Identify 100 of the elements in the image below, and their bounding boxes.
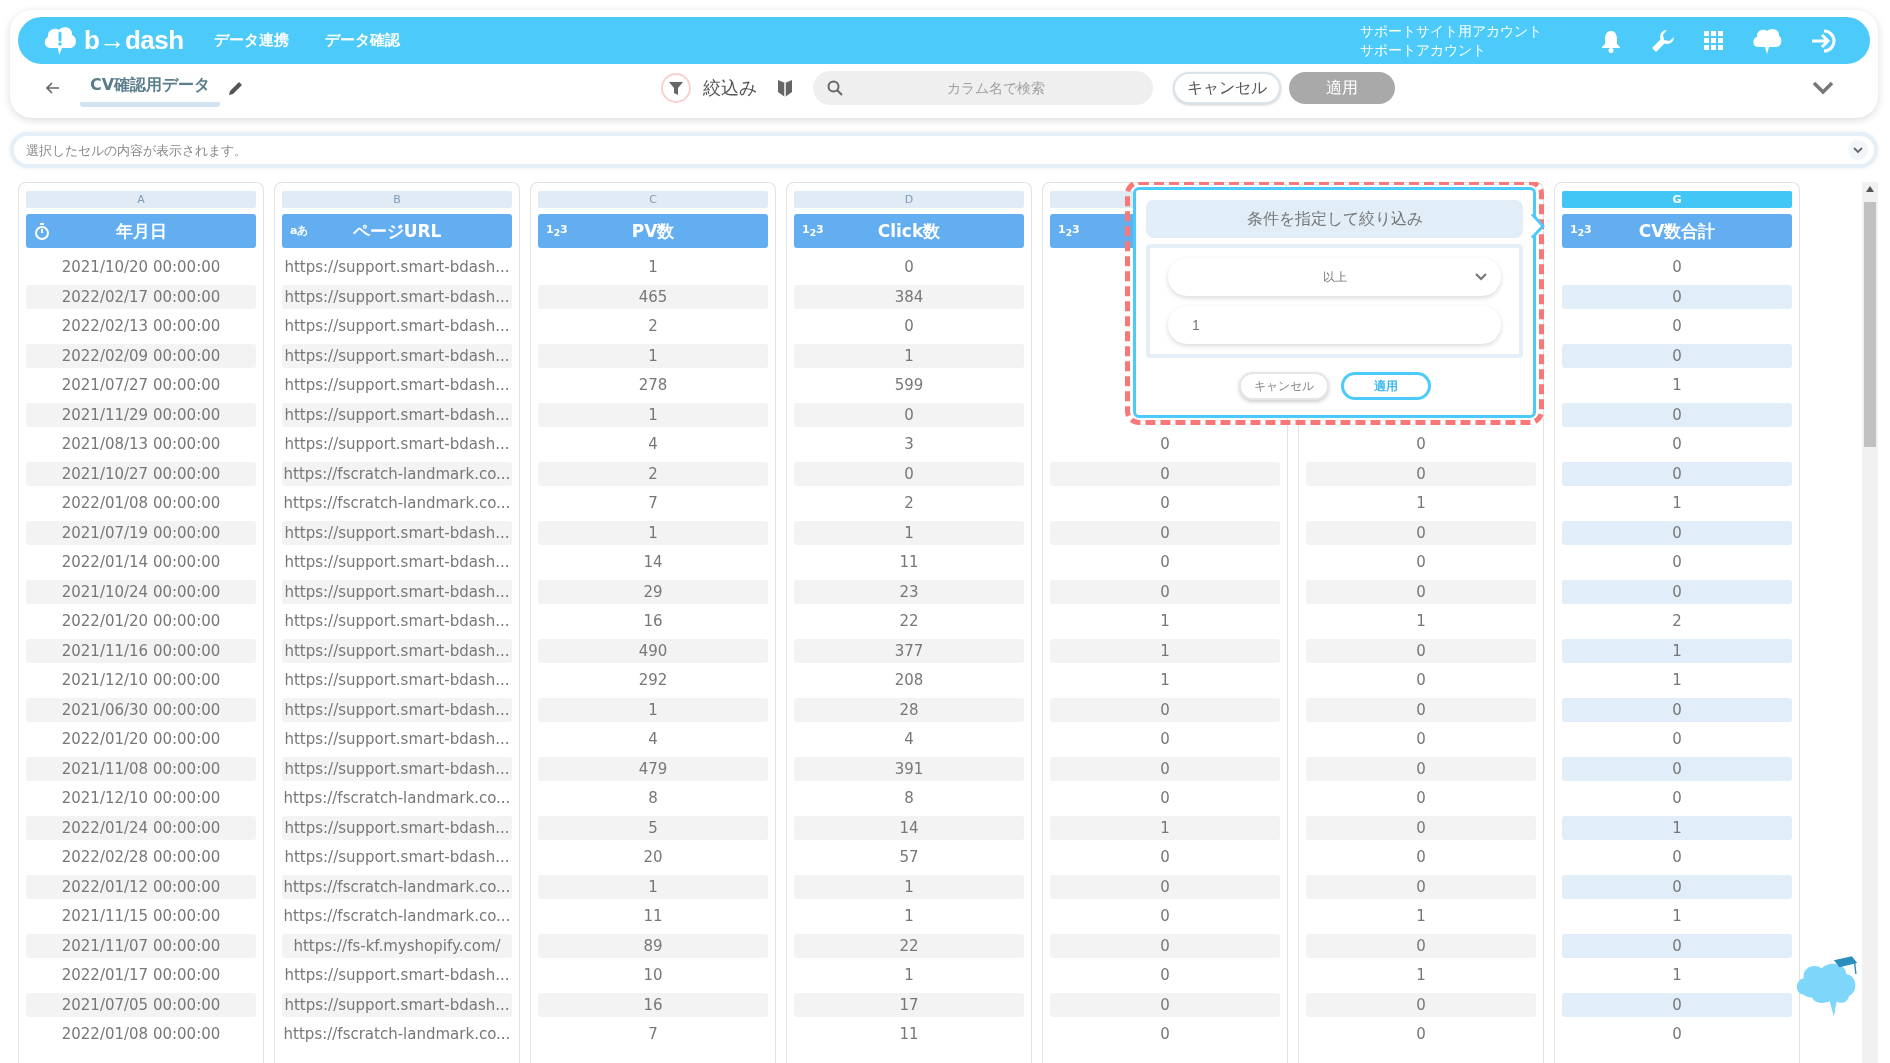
table-cell[interactable]: 11 — [794, 1022, 1024, 1046]
table-cell[interactable]: 8 — [794, 786, 1024, 810]
table-cell[interactable]: https://support.smart-bdash... — [282, 756, 512, 781]
table-cell[interactable]: 3 — [794, 432, 1024, 456]
table-cell[interactable]: 7 — [538, 491, 768, 515]
table-cell[interactable]: 2022/01/20 00:00:00 — [26, 609, 256, 633]
table-cell[interactable]: 28 — [794, 697, 1024, 722]
operator-select[interactable]: 以上 — [1168, 258, 1501, 296]
table-cell[interactable]: 0 — [1050, 491, 1280, 515]
table-cell[interactable]: 0 — [1050, 697, 1280, 722]
table-cell[interactable]: https://support.smart-bdash... — [282, 284, 512, 309]
table-cell[interactable]: 490 — [538, 638, 768, 663]
table-cell[interactable]: 2021/11/29 00:00:00 — [26, 402, 256, 427]
table-cell[interactable]: 0 — [1050, 1022, 1280, 1046]
table-cell[interactable]: 0 — [1306, 432, 1536, 456]
table-cell[interactable]: 0 — [1562, 697, 1792, 722]
table-cell[interactable]: https://support.smart-bdash... — [282, 343, 512, 368]
table-cell[interactable]: 1 — [794, 520, 1024, 545]
table-cell[interactable]: 14 — [794, 815, 1024, 840]
sheet-title-tab[interactable]: CV確認用データ — [80, 75, 221, 107]
table-cell[interactable]: 0 — [1306, 992, 1536, 1017]
table-cell[interactable]: 0 — [1306, 756, 1536, 781]
table-cell[interactable]: 0 — [1050, 756, 1280, 781]
column-letter[interactable]: C — [538, 191, 768, 208]
table-cell[interactable]: 0 — [1306, 668, 1536, 692]
table-cell[interactable]: 0 — [1306, 461, 1536, 486]
table-cell[interactable]: 0 — [1050, 845, 1280, 869]
table-cell[interactable]: 23 — [794, 579, 1024, 604]
column-header[interactable]: 1$_{2}$3 PV数 — [538, 214, 768, 248]
table-cell[interactable]: 0 — [1306, 933, 1536, 958]
table-cell[interactable]: 1 — [794, 874, 1024, 899]
table-cell[interactable]: 0 — [1562, 845, 1792, 869]
table-cell[interactable]: 4 — [538, 432, 768, 456]
table-cell[interactable]: 2 — [1562, 609, 1792, 633]
table-cell[interactable]: 1 — [538, 343, 768, 368]
table-cell[interactable]: 0 — [1306, 874, 1536, 899]
table-cell[interactable]: 2022/01/20 00:00:00 — [26, 727, 256, 751]
table-cell[interactable]: 0 — [1050, 550, 1280, 574]
table-cell[interactable]: 0 — [1306, 786, 1536, 810]
table-cell[interactable]: 1 — [1306, 491, 1536, 515]
table-cell[interactable]: 2 — [538, 461, 768, 486]
table-cell[interactable]: 377 — [794, 638, 1024, 663]
column-letter[interactable]: D — [794, 191, 1024, 208]
table-cell[interactable]: 0 — [1050, 520, 1280, 545]
column-header[interactable]: aあ ページURL — [282, 214, 512, 248]
table-cell[interactable]: 0 — [1562, 1022, 1792, 1046]
table-cell[interactable]: 0 — [1306, 638, 1536, 663]
table-cell[interactable]: 4 — [794, 727, 1024, 751]
table-cell[interactable]: 0 — [794, 402, 1024, 427]
table-cell[interactable]: 0 — [1562, 550, 1792, 574]
table-cell[interactable]: 14 — [538, 550, 768, 574]
table-cell[interactable]: 2021/12/10 00:00:00 — [26, 668, 256, 692]
table-cell[interactable]: 1 — [1562, 815, 1792, 840]
table-cell[interactable]: 2021/07/27 00:00:00 — [26, 373, 256, 397]
table-cell[interactable]: 391 — [794, 756, 1024, 781]
table-cell[interactable]: 10 — [538, 963, 768, 987]
table-cell[interactable]: 2022/02/13 00:00:00 — [26, 314, 256, 338]
table-cell[interactable]: https://support.smart-bdash... — [282, 697, 512, 722]
table-cell[interactable]: 0 — [1050, 904, 1280, 928]
table-cell[interactable]: 2021/11/07 00:00:00 — [26, 933, 256, 958]
value-input[interactable]: 1 — [1168, 306, 1501, 344]
table-cell[interactable]: 0 — [1050, 874, 1280, 899]
table-cell[interactable]: 0 — [1306, 845, 1536, 869]
column-header[interactable]: 1$_{2}$3 Click数 — [794, 214, 1024, 248]
table-cell[interactable]: 0 — [1562, 255, 1792, 279]
table-cell[interactable]: 0 — [794, 255, 1024, 279]
table-cell[interactable]: https://fscratch-landmark.co... — [282, 1022, 512, 1046]
table-cell[interactable]: 1 — [1306, 904, 1536, 928]
table-cell[interactable]: https://support.smart-bdash... — [282, 609, 512, 633]
table-cell[interactable]: 0 — [794, 461, 1024, 486]
table-cell[interactable]: 0 — [1306, 550, 1536, 574]
table-cell[interactable]: 2021/10/27 00:00:00 — [26, 461, 256, 486]
table-cell[interactable]: 0 — [1562, 461, 1792, 486]
table-cell[interactable]: 0 — [1562, 579, 1792, 604]
table-cell[interactable]: 8 — [538, 786, 768, 810]
table-cell[interactable]: 2 — [538, 314, 768, 338]
table-cell[interactable]: 0 — [1562, 314, 1792, 338]
table-cell[interactable]: 29 — [538, 579, 768, 604]
table-cell[interactable]: 2021/07/05 00:00:00 — [26, 992, 256, 1017]
table-cell[interactable]: https://support.smart-bdash... — [282, 992, 512, 1017]
table-cell[interactable]: 0 — [1306, 579, 1536, 604]
table-cell[interactable]: 0 — [1050, 992, 1280, 1017]
table-cell[interactable]: 208 — [794, 668, 1024, 692]
table-cell[interactable]: 0 — [1562, 520, 1792, 545]
table-cell[interactable]: 57 — [794, 845, 1024, 869]
table-cell[interactable]: 0 — [1050, 461, 1280, 486]
table-cell[interactable]: 1 — [1562, 668, 1792, 692]
table-cell[interactable]: 0 — [1050, 727, 1280, 751]
table-cell[interactable]: https://support.smart-bdash... — [282, 402, 512, 427]
table-cell[interactable]: 16 — [538, 992, 768, 1017]
table-cell[interactable]: 599 — [794, 373, 1024, 397]
table-cell[interactable]: 0 — [1306, 815, 1536, 840]
column-letter[interactable]: A — [26, 191, 256, 208]
table-cell[interactable]: 11 — [538, 904, 768, 928]
table-cell[interactable]: 2021/08/13 00:00:00 — [26, 432, 256, 456]
table-cell[interactable]: 479 — [538, 756, 768, 781]
table-cell[interactable]: 1 — [538, 402, 768, 427]
table-cell[interactable]: 1 — [1050, 638, 1280, 663]
cancel-button[interactable]: キャンセル — [1238, 372, 1329, 400]
cell-content-field[interactable]: 選択したセルの内容が表示されます。 — [10, 132, 1878, 168]
